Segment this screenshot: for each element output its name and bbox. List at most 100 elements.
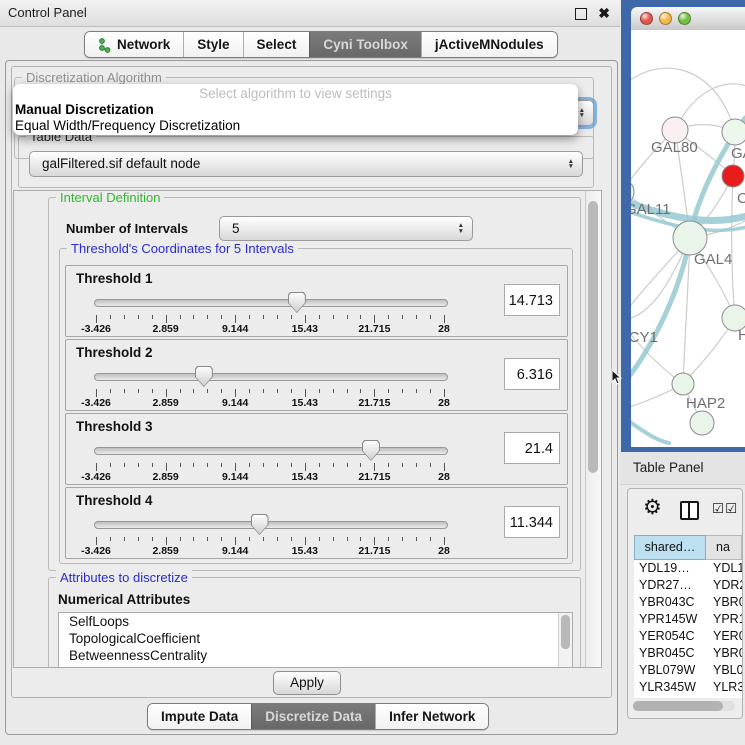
slider-thumb[interactable] — [288, 292, 306, 313]
scrollbar-thumb[interactable] — [633, 701, 723, 711]
slider-track[interactable] — [94, 373, 448, 381]
slider-thumb[interactable] — [251, 514, 269, 535]
slider-tick — [138, 315, 139, 319]
close-traffic-light-icon[interactable] — [640, 12, 653, 25]
table-row[interactable]: YDR27…YDR2 — [634, 577, 742, 594]
gear-icon[interactable]: ⚙ — [643, 495, 662, 520]
cell-shared-name: YBR045C — [634, 645, 706, 662]
attribute-item[interactable]: BetweennessCentrality — [59, 647, 572, 664]
scrollbar-thumb[interactable] — [588, 201, 598, 473]
threshold-value-field[interactable]: 21.4 — [504, 432, 560, 464]
threshold-value-field[interactable]: 11.344 — [504, 506, 560, 538]
apply-button[interactable]: Apply — [273, 671, 341, 695]
node-table[interactable]: shared…na YDL19…YDL1YDR27…YDR2YBR043CYBR… — [634, 535, 742, 698]
network-canvas[interactable]: GAL80GACGAL11GAL4GCY1HHAP2 — [631, 30, 745, 447]
table-panel-header: Table Panel — [620, 452, 745, 485]
slider-tick-label: 9.144 — [222, 471, 248, 483]
network-node[interactable] — [690, 411, 714, 435]
table-row[interactable]: YDL19…YDL1 — [634, 560, 742, 577]
tab-infer-network[interactable]: Infer Network — [375, 704, 488, 729]
checkbox-icons[interactable]: ☑☑ — [712, 501, 738, 517]
slider-thumb[interactable] — [195, 366, 213, 387]
tab-label: Select — [257, 37, 297, 52]
slider-tick — [305, 315, 306, 323]
tab-discretize-data[interactable]: Discretize Data — [251, 704, 375, 729]
slider-tick — [374, 389, 375, 397]
slider-tick — [430, 463, 431, 467]
close-icon[interactable]: ✖ — [598, 0, 610, 26]
slider-tick — [96, 389, 97, 397]
slider-tick — [124, 537, 125, 541]
columns-icon[interactable] — [680, 501, 699, 520]
node-label: GA — [731, 145, 745, 162]
slider-tick — [388, 315, 389, 319]
table-row[interactable]: YIL052CYIL0 — [634, 696, 742, 698]
threshold-value-field[interactable]: 6.316 — [504, 358, 560, 390]
slider-tick-label: -3.426 — [81, 471, 111, 483]
float-window-icon[interactable] — [575, 8, 587, 20]
tab-network[interactable]: Network — [85, 32, 183, 57]
table-row[interactable]: YPR145WYPR1 — [634, 611, 742, 628]
network-window-titlebar[interactable] — [631, 7, 745, 31]
slider-tick-label: 21.715 — [358, 471, 390, 483]
tab-jactivemnodules[interactable]: jActiveMNodules — [421, 32, 557, 57]
tab-cyni-toolbox[interactable]: Cyni Toolbox — [309, 32, 421, 57]
column-header-shared[interactable]: shared… — [634, 535, 706, 560]
number-of-intervals-select[interactable]: 5 ▲▼ — [219, 216, 473, 241]
network-node[interactable] — [722, 165, 744, 187]
slider-tick — [263, 389, 264, 393]
slider-tick-label: 28 — [438, 545, 450, 557]
slider-track[interactable] — [94, 521, 448, 529]
threshold-2-panel: Threshold 2-3.4262.8599.14415.4321.71528… — [65, 339, 568, 411]
threshold-value-field[interactable]: 14.713 — [504, 284, 560, 316]
slider-tick — [430, 315, 431, 319]
network-node[interactable] — [673, 221, 707, 255]
table-row[interactable]: YBL079WYBL0 — [634, 662, 742, 679]
slider-tick — [347, 537, 348, 541]
numerical-attributes-list[interactable]: SelfLoopsTopologicalCoefficientBetweenne… — [58, 612, 573, 668]
threshold-4-panel: Threshold 4-3.4262.8599.14415.4321.71528… — [65, 487, 568, 559]
slider-thumb[interactable] — [362, 440, 380, 461]
dropdown-option-manual-discretization[interactable]: Manual Discretization — [13, 102, 578, 118]
slider-track[interactable] — [94, 447, 448, 455]
slider-tick — [305, 537, 306, 545]
column-header-na[interactable]: na — [706, 535, 742, 560]
vertical-scrollbar[interactable] — [585, 191, 601, 667]
slider-tick — [291, 389, 292, 393]
tab-style[interactable]: Style — [183, 32, 242, 57]
table-row[interactable]: YBR045CYBR0 — [634, 645, 742, 662]
slider-tick — [347, 463, 348, 467]
minimize-traffic-light-icon[interactable] — [659, 12, 672, 25]
combo-arrows-icon: ▲▼ — [579, 101, 585, 125]
network-edge-highlighted — [631, 238, 690, 386]
cell-name: YBR0 — [706, 594, 742, 611]
horizontal-scrollbar[interactable] — [633, 701, 735, 711]
table-row[interactable]: YER054CYER0 — [634, 628, 742, 645]
slider-tick-label: -3.426 — [81, 545, 111, 557]
network-node[interactable] — [722, 119, 745, 145]
zoom-traffic-light-icon[interactable] — [678, 12, 691, 25]
tab-label: Discretize Data — [265, 709, 362, 724]
table-data-select[interactable]: galFiltered.sif default node ▲▼ — [29, 151, 583, 177]
slider-track[interactable] — [94, 299, 448, 307]
node-label: HAP2 — [686, 395, 725, 412]
slider-tick-label: -3.426 — [81, 397, 111, 409]
attribute-item[interactable]: TopologicalCoefficient — [59, 630, 572, 647]
slider-tick — [249, 389, 250, 393]
table-row[interactable]: YBR043CYBR0 — [634, 594, 742, 611]
combo-arrows-icon: ▲▼ — [568, 152, 574, 176]
cell-shared-name: YBL079W — [634, 662, 706, 679]
node-label: GAL11 — [631, 201, 671, 218]
tab-select[interactable]: Select — [243, 32, 310, 57]
slider-tick — [416, 315, 417, 319]
dropdown-option-equal-width-frequency-discretization[interactable]: Equal Width/Frequency Discretization — [13, 118, 578, 134]
tab-impute-data[interactable]: Impute Data — [148, 704, 251, 729]
attribute-item[interactable]: SelfLoops — [59, 613, 572, 630]
slider-tick — [444, 463, 445, 471]
slider-tick — [416, 463, 417, 467]
slider-tick — [138, 389, 139, 393]
network-node[interactable] — [672, 373, 694, 395]
slider-tick — [221, 315, 222, 319]
table-row[interactable]: YLR345WYLR3 — [634, 679, 742, 696]
list-scrollbar[interactable] — [558, 613, 572, 668]
